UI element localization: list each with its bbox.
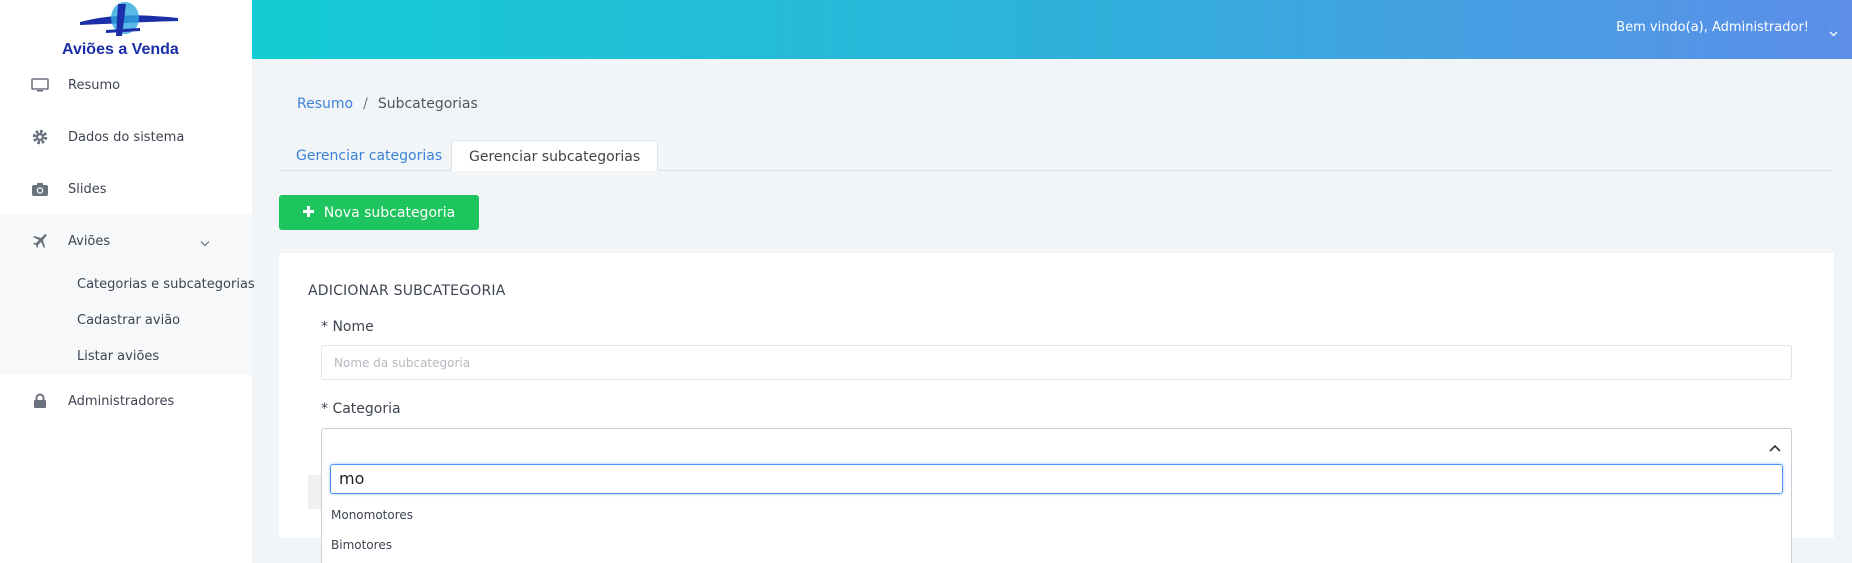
top-header: Bem vindo(a), Administrador! [252, 0, 1852, 59]
camera-icon [30, 180, 50, 198]
brand-name: Aviões a Venda [62, 41, 179, 58]
sidebar-item-label: Aviões [68, 233, 111, 249]
category-option-monomotores[interactable]: Monomotores [331, 508, 413, 522]
name-label: * Nome [321, 319, 374, 335]
sidebar-item-label: Resumo [68, 77, 121, 93]
lock-icon [30, 392, 50, 410]
category-search-input[interactable]: mo [330, 464, 1783, 494]
name-input[interactable]: Nome da subcategoria [321, 345, 1792, 380]
airplane-logo-icon [80, 2, 178, 36]
gear-icon [30, 128, 50, 146]
sidebar-item-slides[interactable]: Slides [0, 163, 252, 215]
category-select[interactable] [321, 428, 1792, 458]
new-subcategory-button[interactable]: Nova subcategoria [279, 195, 479, 230]
sidebar-item-dados-do-sistema[interactable]: Dados do sistema [0, 111, 252, 163]
sidebar-subitem-categorias[interactable]: Categorias e subcategorias [77, 277, 255, 292]
chevron-down-icon[interactable] [1829, 22, 1838, 41]
tab-gerenciar-categorias[interactable]: Gerenciar categorias [279, 140, 459, 171]
add-subcategory-card: ADICIONAR SUBCATEGORIA * Nome Nome da su… [279, 253, 1834, 563]
tab-gerenciar-subcategorias[interactable]: Gerenciar subcategorias [451, 140, 659, 171]
sidebar-item-administradores[interactable]: Administradores [0, 375, 252, 427]
monitor-icon [30, 76, 50, 94]
sidebar-item-label: Slides [68, 181, 107, 197]
plus-icon [302, 205, 314, 221]
category-option-bimotores[interactable]: Bimotores [331, 538, 392, 552]
sidebar-subitem-listar-avioes[interactable]: Listar aviões [77, 349, 159, 364]
breadcrumb: Resumo / Subcategorias [297, 96, 478, 112]
card-title: ADICIONAR SUBCATEGORIA [308, 283, 506, 299]
category-dropdown: mo Monomotores Bimotores [321, 457, 1792, 563]
breadcrumb-separator: / [363, 96, 368, 112]
sidebar-item-label: Administradores [68, 393, 175, 409]
sidebar-item-resumo[interactable]: Resumo [0, 59, 252, 111]
plane-icon [30, 232, 50, 250]
sidebar-subitem-cadastrar-aviao[interactable]: Cadastrar avião [77, 313, 180, 328]
breadcrumb-link-resumo[interactable]: Resumo [297, 96, 353, 112]
category-label: * Categoria [321, 401, 401, 417]
breadcrumb-current: Subcategorias [377, 96, 478, 112]
tabs: Gerenciar categorias Gerenciar subcatego… [279, 140, 1834, 171]
chevron-up-icon [1769, 437, 1781, 456]
brand-logo[interactable]: Aviões a Venda [0, 0, 252, 62]
sidebar-item-avioes[interactable]: Aviões [0, 215, 252, 267]
chevron-down-icon [200, 232, 210, 251]
sidebar-item-label: Dados do sistema [68, 129, 185, 145]
sidebar: Aviões a Venda Resumo Dados do sistema S… [0, 0, 255, 563]
user-menu-toggle[interactable]: Bem vindo(a), Administrador! [1616, 20, 1809, 35]
new-subcategory-label: Nova subcategoria [323, 204, 456, 221]
save-button[interactable] [308, 475, 322, 509]
